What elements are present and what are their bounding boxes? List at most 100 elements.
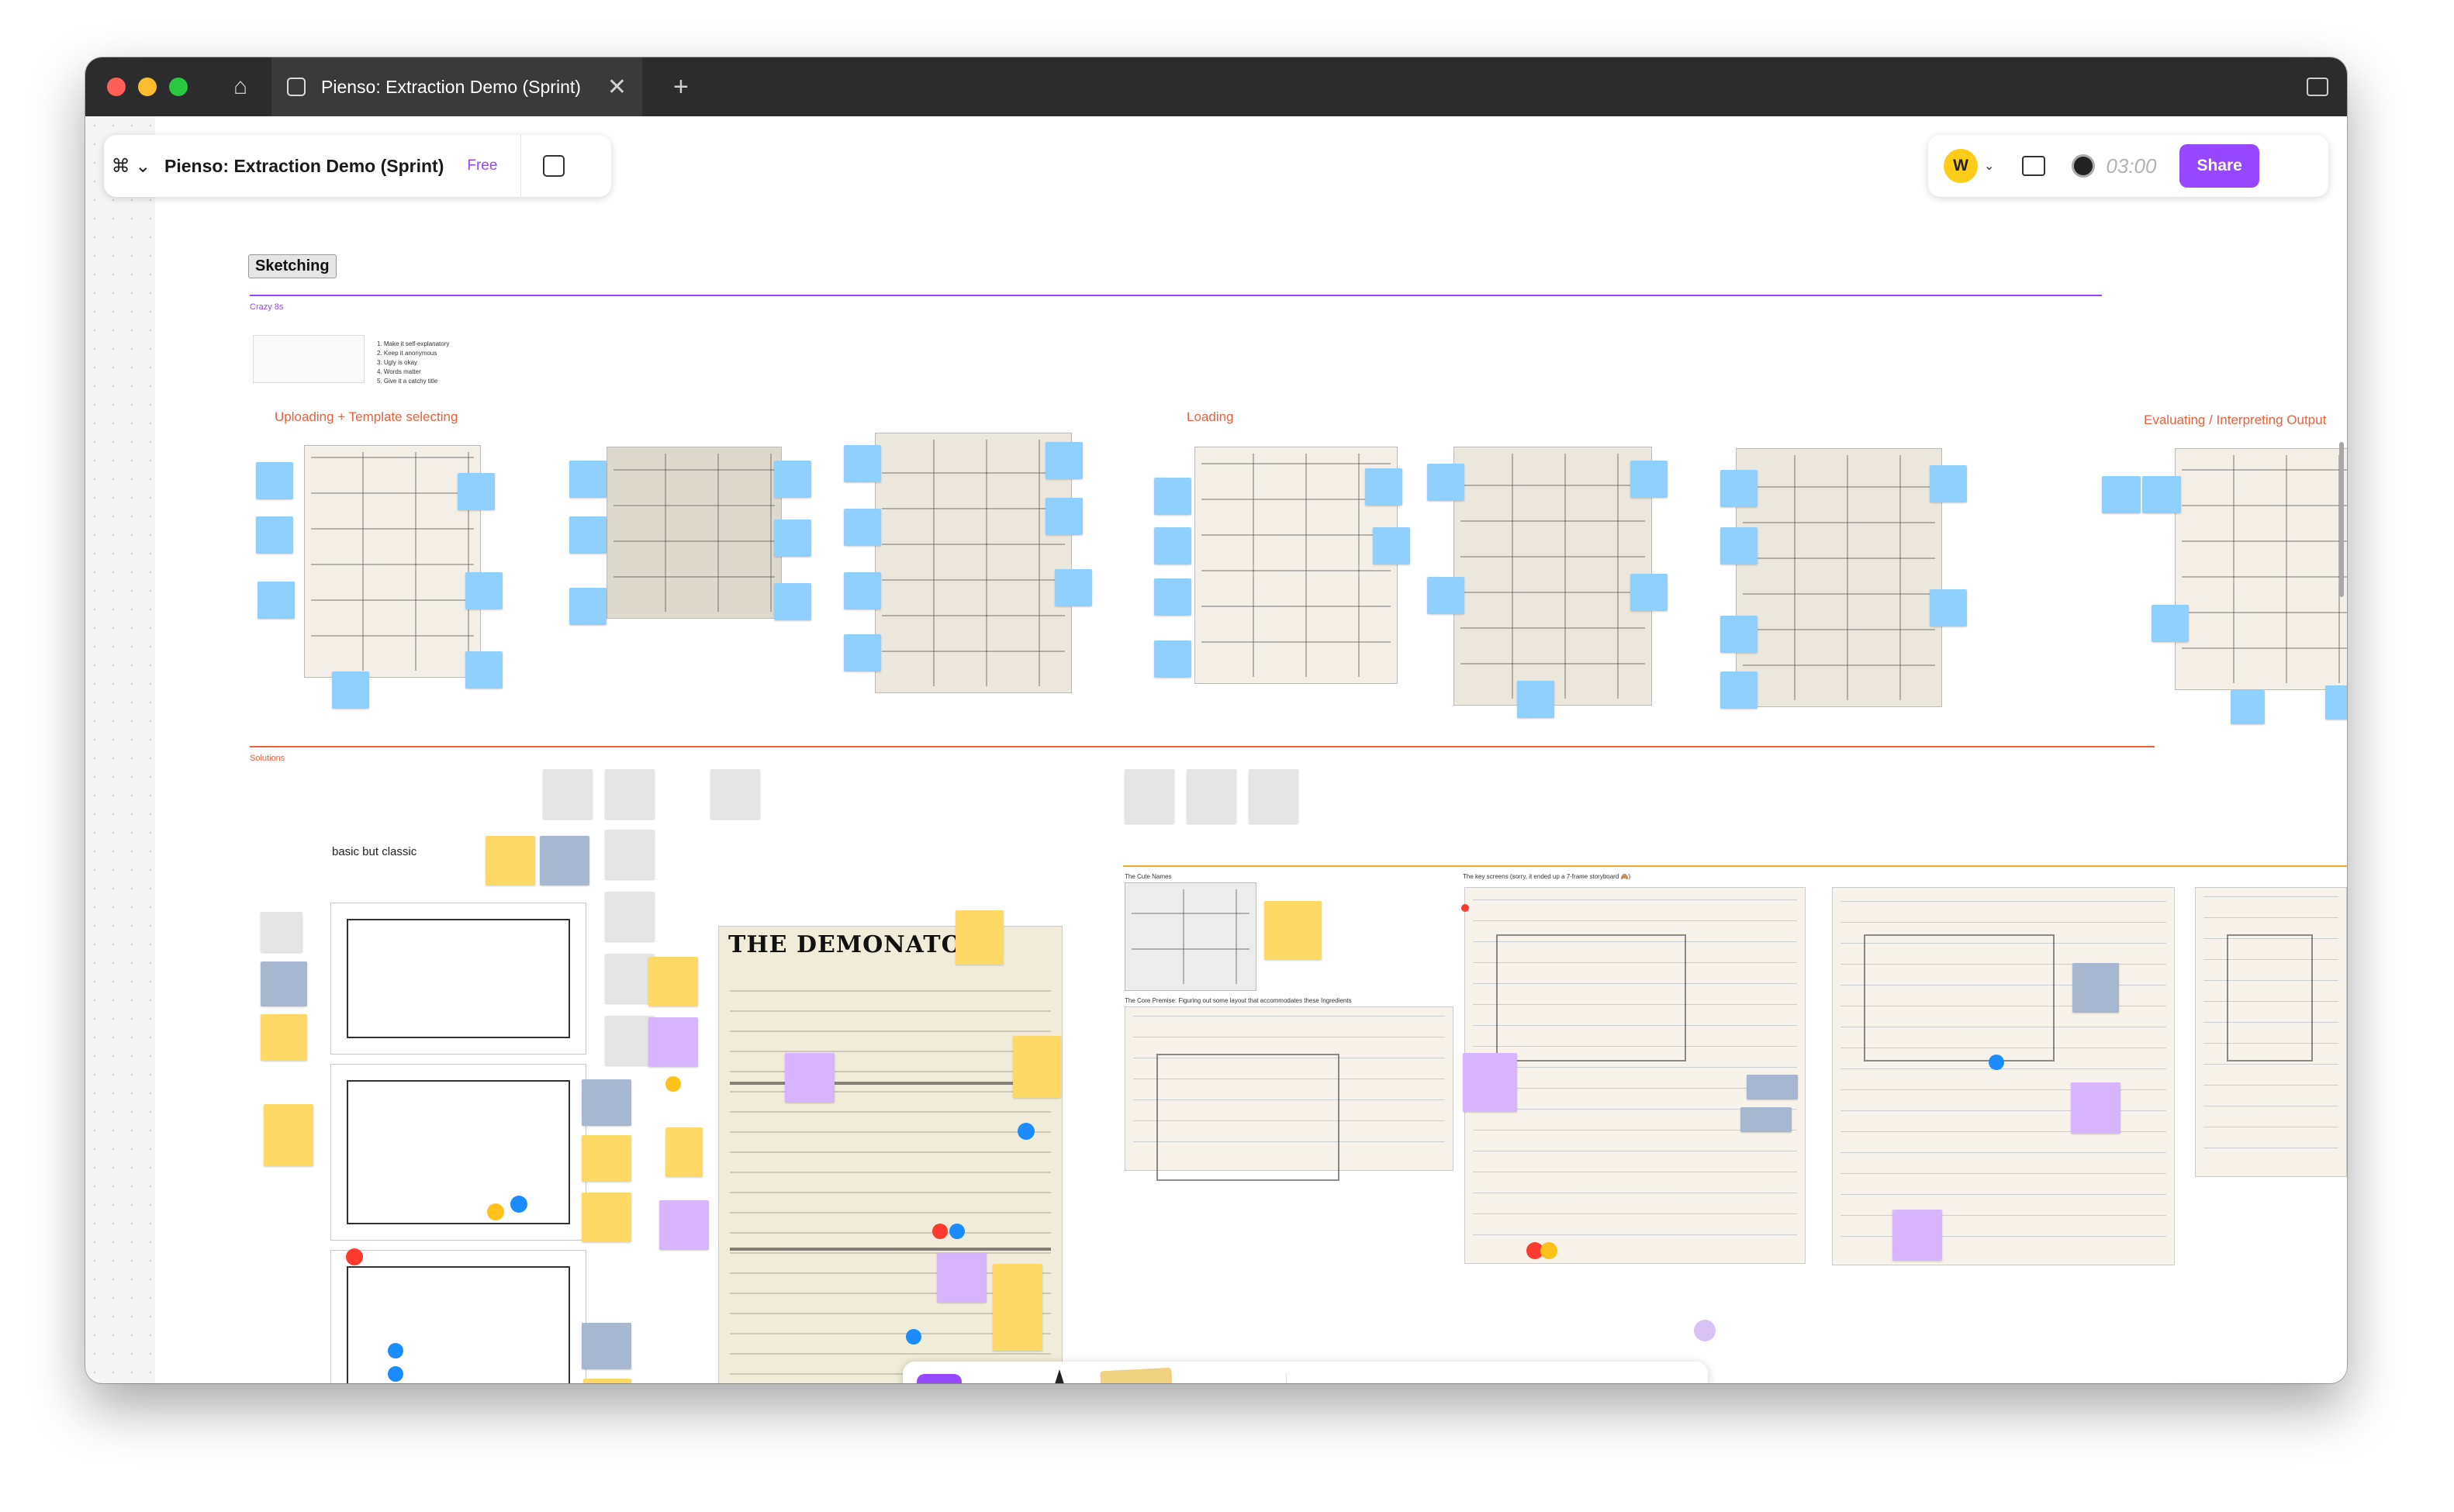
sticky-note[interactable] xyxy=(1892,1210,1942,1261)
sticky-note[interactable] xyxy=(785,1053,835,1103)
heading-uploading[interactable]: Uploading + Template selecting xyxy=(275,409,458,425)
sticky-note[interactable] xyxy=(659,1200,709,1250)
table-tool-icon[interactable]: ▦ xyxy=(1409,1374,1454,1383)
sketch-pop-quiz[interactable] xyxy=(1125,882,1256,991)
stamp-tool-icon[interactable]: ⚲ xyxy=(1465,1374,1510,1383)
close-window-button[interactable] xyxy=(107,78,126,96)
sticky-note[interactable] xyxy=(937,1253,987,1303)
wireframe-output[interactable] xyxy=(330,1250,586,1383)
heading-loading[interactable]: Loading xyxy=(1187,409,1234,425)
sticky-note[interactable] xyxy=(2142,476,2181,513)
sticky-note[interactable] xyxy=(774,461,811,498)
sticky-note[interactable] xyxy=(844,634,881,671)
sticky-note[interactable] xyxy=(1630,574,1668,611)
sticky-note[interactable] xyxy=(1249,769,1298,823)
vertical-scrollbar[interactable] xyxy=(2339,442,2344,597)
presentation-layout-icon[interactable] xyxy=(2022,156,2046,176)
sticky-note[interactable] xyxy=(710,769,760,819)
sticky-note[interactable] xyxy=(1463,1053,1517,1112)
sticky-note[interactable] xyxy=(844,509,881,546)
sketch-uploading-3[interactable] xyxy=(875,433,1072,693)
tab-document[interactable]: Pienso: Extraction Demo (Sprint) ✕ xyxy=(271,57,642,116)
sticky-note[interactable] xyxy=(1125,769,1174,823)
sticky-note[interactable] xyxy=(1264,901,1322,960)
sticky-note[interactable] xyxy=(774,583,811,620)
widgets-tool-icon[interactable]: ⁂ xyxy=(1577,1374,1622,1383)
sticky-note[interactable] xyxy=(2102,476,2141,513)
sticky-note[interactable] xyxy=(1055,569,1092,606)
sidebar-toggle-icon[interactable] xyxy=(2307,78,2328,96)
sticky-note[interactable] xyxy=(1747,1075,1798,1099)
sticky-note[interactable] xyxy=(569,516,607,554)
layers-panel-icon[interactable] xyxy=(543,155,565,177)
plan-badge[interactable]: Free xyxy=(467,157,497,174)
chevron-down-icon[interactable]: ⌄ xyxy=(1984,158,1994,174)
sticky-note[interactable] xyxy=(261,912,302,952)
sketch-uploading-2[interactable] xyxy=(607,447,782,619)
sticky-note[interactable] xyxy=(605,769,655,819)
sticky-note[interactable] xyxy=(256,462,293,499)
sticky-note[interactable] xyxy=(486,836,535,885)
sticky-note[interactable] xyxy=(648,957,698,1006)
sticky-note[interactable] xyxy=(582,1079,631,1126)
sticky-note[interactable] xyxy=(2152,605,2189,642)
minimize-window-button[interactable] xyxy=(138,78,157,96)
sketch-uploading-1[interactable] xyxy=(304,445,481,678)
sticky-note[interactable] xyxy=(2325,685,2347,720)
sticky-note[interactable] xyxy=(332,671,369,709)
sticky-note[interactable] xyxy=(261,961,307,1006)
sticky-note[interactable] xyxy=(1427,464,1464,501)
sticky-note[interactable] xyxy=(2231,690,2265,724)
sticky-note[interactable] xyxy=(665,1127,703,1177)
sticky-note[interactable] xyxy=(582,1193,631,1242)
text-tool-icon[interactable]: T xyxy=(1298,1374,1343,1384)
sticky-note[interactable] xyxy=(256,516,293,554)
sketch-loading-2[interactable] xyxy=(1453,447,1652,706)
marker-tool-icon[interactable] xyxy=(1044,1369,1075,1383)
sticky-note[interactable] xyxy=(569,461,607,498)
sketch-loading-3[interactable] xyxy=(1736,448,1942,707)
sticky-note[interactable] xyxy=(1154,640,1191,678)
sticky-note[interactable] xyxy=(540,836,589,885)
wireframe-upload[interactable] xyxy=(330,903,586,1055)
sticky-note[interactable] xyxy=(1154,527,1191,564)
sticky-note[interactable] xyxy=(569,588,607,625)
sticky-note[interactable] xyxy=(1720,470,1758,507)
sticky-note[interactable] xyxy=(605,830,655,879)
sticky-note[interactable] xyxy=(605,1016,655,1065)
sticky-note[interactable] xyxy=(1930,465,1967,502)
sticky-note[interactable] xyxy=(1046,498,1083,535)
sticky-note[interactable] xyxy=(583,1379,631,1383)
wireframe-progress[interactable] xyxy=(330,1064,586,1241)
sticky-note[interactable] xyxy=(582,1135,631,1182)
sketch-key-screen-3[interactable] xyxy=(2195,887,2347,1177)
sticky-note[interactable] xyxy=(1720,616,1758,653)
sticky-note[interactable] xyxy=(1373,527,1410,564)
connector-tool-icon[interactable]: ↷ xyxy=(1229,1374,1274,1383)
sticky-note[interactable] xyxy=(1427,577,1464,614)
share-button[interactable]: Share xyxy=(2179,144,2259,188)
basic-but-classic-label[interactable]: basic but classic xyxy=(332,845,416,858)
sticky-note[interactable] xyxy=(956,910,1004,965)
canvas[interactable]: Sketching Crazy 8s 1. Make it self-expla… xyxy=(85,116,2347,1383)
sticky-note[interactable] xyxy=(774,520,811,557)
close-tab-icon[interactable]: ✕ xyxy=(607,74,627,101)
sticky-note[interactable] xyxy=(1046,442,1083,479)
sticky-note[interactable] xyxy=(1720,671,1758,709)
sticky-note[interactable] xyxy=(844,445,881,482)
avatar[interactable]: W xyxy=(1944,149,1978,183)
timer-widget[interactable]: 03:00 xyxy=(2072,154,2156,178)
sticky-note[interactable] xyxy=(2071,1082,2120,1134)
sketch-key-screen-2[interactable] xyxy=(1832,887,2175,1265)
sticky-note[interactable] xyxy=(844,572,881,609)
home-icon[interactable]: ⌂ xyxy=(217,57,264,116)
sticky-note[interactable] xyxy=(543,769,593,819)
new-tab-button[interactable]: + xyxy=(673,72,689,102)
sticky-note[interactable] xyxy=(648,1017,698,1067)
sticky-note[interactable] xyxy=(605,892,655,941)
sticky-note[interactable] xyxy=(458,473,495,510)
sticky-note[interactable] xyxy=(465,572,503,609)
zoom-window-button[interactable] xyxy=(169,78,188,96)
shape-tool-icon[interactable]: □ xyxy=(1184,1374,1229,1384)
sticky-note[interactable] xyxy=(2072,963,2119,1013)
